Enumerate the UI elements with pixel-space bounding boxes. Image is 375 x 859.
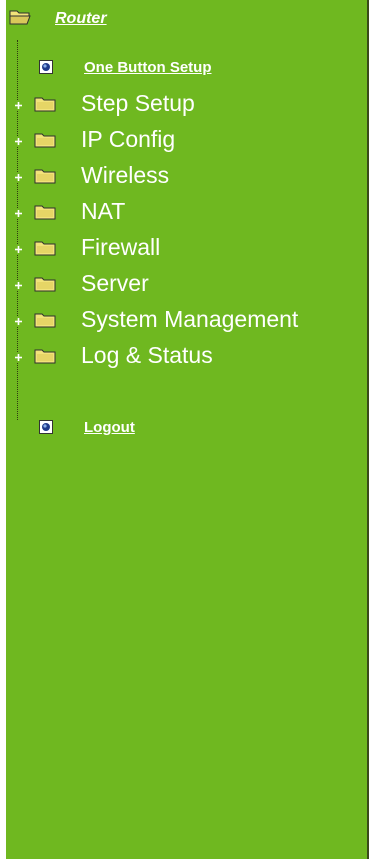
folder-icon[interactable] [34,96,56,112]
expand-plus-icon[interactable] [14,281,23,290]
expand-plus-icon[interactable] [14,173,23,182]
folder-label[interactable]: Log & Status [81,342,213,369]
folder-icon[interactable] [34,348,56,364]
navigation-panel: Router One Button Setup Step Setup IP Con… [6,0,369,859]
folder-icon[interactable] [34,240,56,256]
expand-plus-icon[interactable] [14,209,23,218]
expand-plus-icon[interactable] [14,353,23,362]
tree-guide-line [17,40,18,420]
folder-label[interactable]: Step Setup [81,90,195,117]
page-icon [39,60,53,74]
folder-icon[interactable] [34,312,56,328]
folder-icon[interactable] [34,168,56,184]
folder-label[interactable]: Server [81,270,149,297]
expand-plus-icon[interactable] [14,101,23,110]
folder-icon[interactable] [34,276,56,292]
folder-label[interactable]: System Management [81,306,298,333]
folder-label[interactable]: NAT [81,198,125,225]
expand-plus-icon[interactable] [14,245,23,254]
folder-label[interactable]: Firewall [81,234,160,261]
folder-icon[interactable] [34,204,56,220]
expand-plus-icon[interactable] [14,137,23,146]
expand-plus-icon[interactable] [14,317,23,326]
open-folder-icon[interactable] [9,9,31,25]
one-button-setup-link[interactable]: One Button Setup [84,59,212,76]
folder-label[interactable]: IP Config [81,126,175,153]
page-icon [39,420,53,434]
logout-link[interactable]: Logout [84,419,135,436]
router-link[interactable]: Router [55,10,107,28]
folder-label[interactable]: Wireless [81,162,169,189]
folder-icon[interactable] [34,132,56,148]
